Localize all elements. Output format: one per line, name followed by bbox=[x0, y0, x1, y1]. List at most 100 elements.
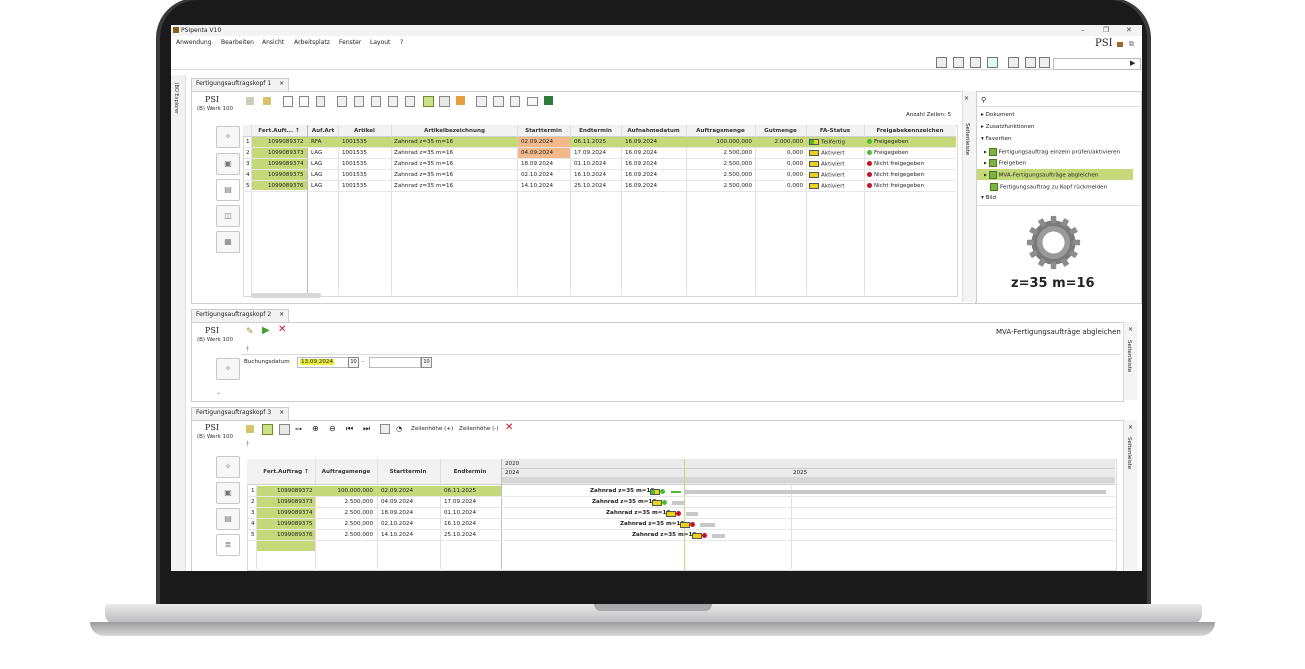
date-from-input[interactable]: 13.09.2024 bbox=[297, 357, 349, 368]
col-auftragsmenge[interactable]: Auftragsmenge bbox=[686, 128, 755, 134]
users-icon[interactable] bbox=[1039, 57, 1050, 68]
gantt-bar[interactable] bbox=[672, 501, 684, 505]
sort-icon[interactable] bbox=[371, 96, 381, 107]
settings-icon[interactable] bbox=[246, 425, 254, 433]
nav-button-4[interactable]: ◫ bbox=[216, 205, 240, 227]
cell-fastatus[interactable]: Teilfertig bbox=[809, 139, 845, 146]
cell-endtermin[interactable]: 01.10.2024 bbox=[574, 161, 606, 167]
cell-auftragsmenge[interactable]: 100.000,000 bbox=[319, 488, 373, 494]
cell-auftragsmenge[interactable]: 2.500,000 bbox=[691, 161, 752, 167]
maximize-icon[interactable]: ❐ bbox=[1103, 26, 1109, 34]
tab-close-icon[interactable]: × bbox=[279, 80, 284, 87]
section-zusatzfunktionen[interactable]: ▸ Zusatzfunktionen bbox=[981, 124, 1034, 130]
menu-ansicht[interactable]: Ansicht bbox=[262, 39, 284, 46]
calendar-view-icon[interactable] bbox=[380, 424, 390, 434]
favorite-item-mva[interactable]: ▸ MVA-Fertigungsaufträge abgleichen bbox=[984, 171, 1098, 179]
cell-freigabe[interactable]: Freigegeben bbox=[867, 139, 909, 145]
section-bild[interactable]: ▾ Bild bbox=[981, 195, 996, 201]
col-artikel[interactable]: Artikel bbox=[338, 128, 391, 134]
tab-fertigungsauftragskopf-2[interactable]: Fertigungsauftragskopf 2 × bbox=[191, 309, 290, 322]
filter-icon[interactable] bbox=[354, 96, 364, 107]
cell-endtermin[interactable]: 16.10.2024 bbox=[574, 172, 606, 178]
horizontal-scrollbar[interactable] bbox=[251, 293, 321, 298]
cell-auftrag[interactable]: 1099089375 bbox=[277, 521, 313, 527]
cell-bezeichnung[interactable]: Zahnrad z=35 m=16 bbox=[394, 150, 453, 156]
cell-starttermin[interactable]: 04.09.2024 bbox=[381, 499, 413, 505]
col-gutmenge[interactable]: Gutmenge bbox=[755, 128, 806, 134]
table-view-icon[interactable] bbox=[423, 96, 434, 107]
cell-auftragsmenge[interactable]: 2.500,000 bbox=[691, 150, 752, 156]
section-dokument[interactable]: ▸ Dokument bbox=[981, 112, 1015, 118]
cell-auftragsmenge[interactable]: 2.500,000 bbox=[319, 521, 373, 527]
col-aufart[interactable]: Auf.Art bbox=[308, 128, 338, 134]
cell-auftrag[interactable]: 1099089374 bbox=[277, 510, 313, 516]
cell-auftragsmenge[interactable]: 2.500,000 bbox=[319, 532, 373, 538]
cell-auftrag[interactable]: 1099089374 bbox=[268, 161, 304, 167]
gantt-bar[interactable] bbox=[700, 523, 715, 527]
expand-icon[interactable]: ⌄ bbox=[216, 389, 221, 396]
col-auftragsmenge[interactable]: Auftragsmenge bbox=[316, 469, 376, 475]
nav-button-1[interactable]: ✧ bbox=[216, 358, 240, 380]
cell-aufnahmedatum[interactable]: 16.09.2024 bbox=[625, 172, 657, 178]
search-go-icon[interactable]: ▶ bbox=[1130, 59, 1135, 67]
cell-gutmenge[interactable]: 0,000 bbox=[759, 183, 803, 189]
grid-view-icon[interactable] bbox=[279, 424, 290, 435]
menu-layout[interactable]: Layout bbox=[370, 39, 390, 46]
row-height-plus-button[interactable]: Zeilenhöhe (+) bbox=[411, 426, 453, 432]
cell-aufart[interactable]: LAG bbox=[311, 150, 322, 156]
copy-doc-icon[interactable] bbox=[299, 96, 309, 107]
tab-fertigungsauftragskopf-3[interactable]: Fertigungsauftragskopf 3 × bbox=[191, 407, 290, 420]
cell-endtermin[interactable]: 17.09.2024 bbox=[574, 150, 606, 156]
menu-help[interactable]: ? bbox=[400, 39, 403, 46]
cell-endtermin[interactable]: 16.10.2024 bbox=[444, 521, 476, 527]
col-starttermin[interactable]: Starttermin bbox=[377, 469, 439, 475]
table-view-icon[interactable] bbox=[262, 424, 273, 435]
cell-starttermin[interactable]: 18.09.2024 bbox=[521, 161, 553, 167]
cell-aufnahmedatum[interactable]: 16.09.2024 bbox=[625, 139, 657, 145]
col-aufnahmedatum[interactable]: Aufnahmedatum bbox=[621, 128, 686, 134]
sidebar-close-icon[interactable]: × bbox=[1128, 424, 1133, 431]
date-to-input[interactable] bbox=[369, 357, 421, 368]
cell-endtermin[interactable]: 06.11.2025 bbox=[574, 139, 606, 145]
cell-auftragsmenge[interactable]: 2.500,000 bbox=[319, 510, 373, 516]
nav-button-5[interactable]: ▦ bbox=[216, 231, 240, 253]
pin-icon[interactable]: ⚲ bbox=[981, 96, 986, 104]
cell-auftrag[interactable]: 1099089373 bbox=[268, 150, 304, 156]
search-input[interactable] bbox=[1053, 58, 1141, 70]
cell-endtermin[interactable]: 06.11.2025 bbox=[444, 488, 476, 494]
cell-auftrag[interactable]: 1099089375 bbox=[268, 172, 304, 178]
cell-aufart[interactable]: RFA bbox=[311, 139, 321, 145]
mail-icon[interactable] bbox=[527, 97, 538, 106]
cell-artikel[interactable]: 1001535 bbox=[342, 150, 367, 156]
cell-auftragsmenge[interactable]: 2.500,000 bbox=[691, 172, 752, 178]
row-height-minus-button[interactable]: Zeilenhöhe (-) bbox=[459, 426, 498, 432]
cell-freigabe[interactable]: Nicht freigegeben bbox=[867, 183, 924, 189]
tab-fertigungsauftragskopf-1[interactable]: Fertigungsauftragskopf 1 × bbox=[191, 78, 290, 91]
col-endtermin[interactable]: Endtermin bbox=[570, 128, 621, 134]
cell-auftrag[interactable]: 1099089376 bbox=[277, 532, 313, 538]
settings-icon[interactable] bbox=[263, 97, 271, 105]
last-icon[interactable]: ⏭ bbox=[363, 424, 370, 434]
zoom-out-icon[interactable]: ⊖ bbox=[329, 424, 336, 433]
key-icon[interactable]: ⊶ bbox=[295, 425, 302, 433]
group-icon[interactable] bbox=[388, 96, 398, 107]
cell-endtermin[interactable]: 01.10.2024 bbox=[444, 510, 476, 516]
save-icon[interactable] bbox=[936, 57, 947, 68]
archive-icon[interactable] bbox=[1025, 57, 1036, 68]
nav-button-1[interactable]: ✧ bbox=[216, 126, 240, 148]
nav-button-2[interactable]: ▣ bbox=[216, 482, 240, 504]
run-icon[interactable]: ▶ bbox=[262, 325, 270, 336]
nav-button-1[interactable]: ✧ bbox=[216, 456, 240, 478]
cell-auftragsmenge[interactable]: 2.500,000 bbox=[319, 499, 373, 505]
cell-artikel[interactable]: 1001535 bbox=[342, 172, 367, 178]
menu-arbeitsplatz[interactable]: Arbeitsplatz bbox=[294, 39, 330, 46]
wand-icon[interactable] bbox=[246, 97, 254, 105]
cell-gutmenge[interactable]: 0,000 bbox=[759, 150, 803, 156]
favorite-item-freigeben[interactable]: ▸ Freigeben bbox=[984, 159, 1026, 167]
sidebar-vertical-label[interactable]: Seitenleiste bbox=[964, 123, 970, 155]
cell-auftrag[interactable]: 1099089376 bbox=[268, 183, 304, 189]
gantt-bar[interactable] bbox=[684, 490, 1106, 494]
tab-close-icon[interactable]: × bbox=[279, 409, 284, 416]
sidebar-vertical-label[interactable]: Seitenleiste bbox=[1126, 437, 1132, 469]
col-freigabekennzeichen[interactable]: Freigabekennzeichen bbox=[864, 128, 956, 134]
